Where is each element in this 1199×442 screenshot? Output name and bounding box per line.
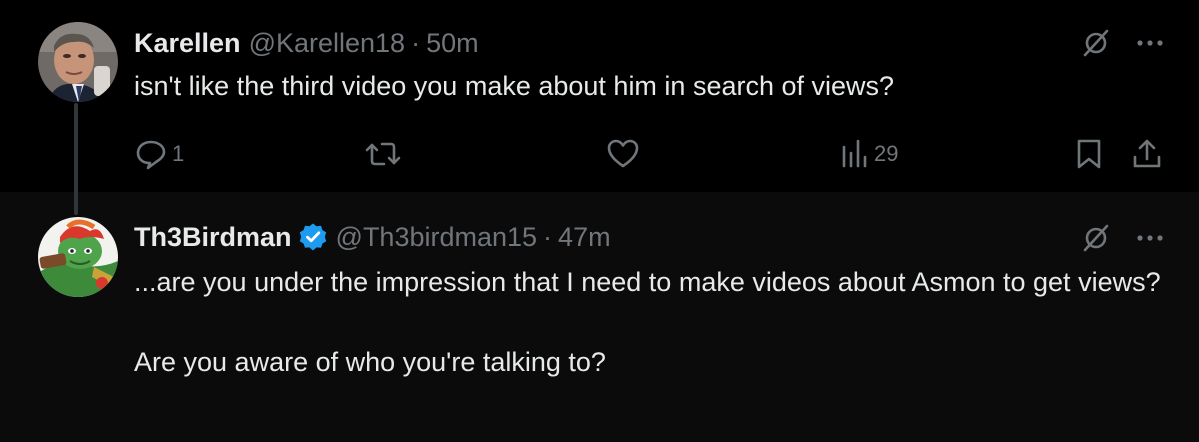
like-button[interactable] (606, 134, 640, 174)
bookmark-icon (1077, 139, 1101, 169)
tweet-text: ...are you under the impression that I n… (134, 267, 1161, 377)
tweet-thread: Karellen @Karellen18 · 50m isn't like th… (0, 0, 1199, 442)
tweet-th3birdman[interactable]: Th3Birdman @Th3birdman15 · 47m ...are yo… (0, 192, 1199, 442)
cartoon-character-icon (38, 217, 118, 297)
heart-icon (607, 139, 639, 168)
bookmark-button[interactable] (1074, 134, 1104, 174)
tweet-text: isn't like the third video you make abou… (134, 71, 895, 101)
thread-connector-line (74, 103, 78, 215)
more-options-icon[interactable] (1132, 25, 1168, 61)
avatar[interactable] (38, 22, 118, 102)
grok-icon[interactable] (1078, 25, 1114, 61)
display-name[interactable]: Th3Birdman (134, 221, 292, 253)
reply-icon (136, 140, 166, 170)
timestamp[interactable]: 50m (426, 27, 479, 59)
tweet-header: Th3Birdman @Th3birdman15 · 47m (134, 221, 611, 253)
grok-icon[interactable] (1078, 220, 1114, 256)
reply-count: 1 (172, 141, 185, 166)
user-photo-icon (38, 22, 118, 102)
share-icon (1133, 139, 1161, 168)
handle[interactable]: @Karellen18 (249, 27, 406, 59)
reply-button[interactable]: 1 (134, 134, 184, 174)
avatar[interactable] (38, 217, 118, 297)
action-bar: 1 29 (0, 134, 1199, 174)
verified-badge-icon[interactable] (298, 222, 328, 252)
views-button[interactable]: 29 (840, 134, 898, 174)
tweet-header: Karellen @Karellen18 · 50m (134, 27, 479, 59)
share-button[interactable] (1130, 134, 1164, 174)
timestamp[interactable]: 47m (558, 221, 611, 253)
separator-dot: · (411, 28, 421, 58)
separator-dot: · (543, 222, 553, 252)
repost-icon (365, 142, 401, 166)
display-name[interactable]: Karellen (134, 27, 241, 59)
more-options-icon[interactable] (1132, 220, 1168, 256)
views-chart-icon (842, 139, 867, 168)
handle[interactable]: @Th3birdman15 (336, 221, 538, 253)
views-count: 29 (874, 141, 899, 166)
tweet-karellen[interactable]: Karellen @Karellen18 · 50m isn't like th… (0, 0, 1199, 192)
repost-button[interactable] (364, 134, 402, 174)
